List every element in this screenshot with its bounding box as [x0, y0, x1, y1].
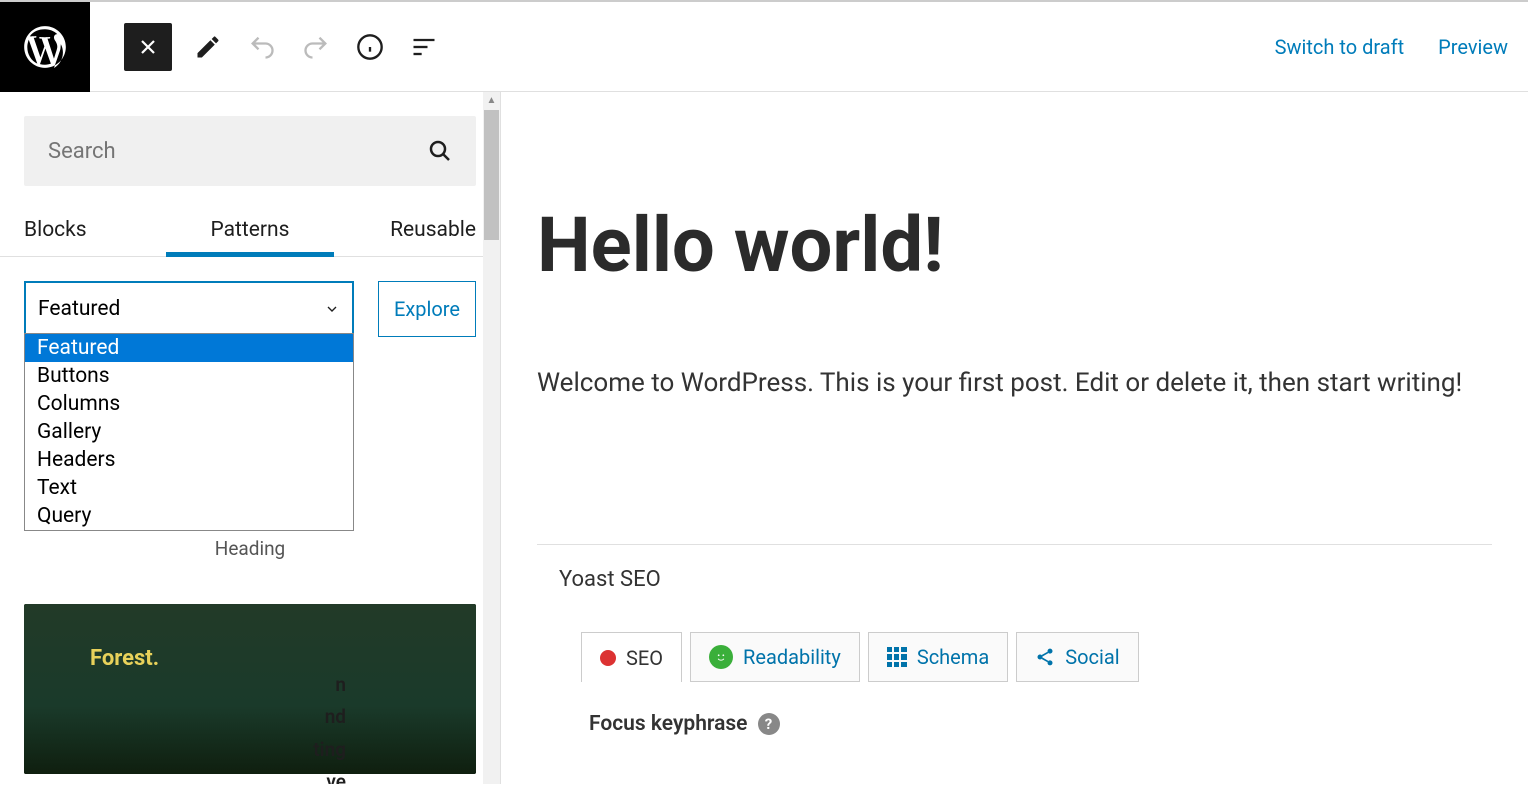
- pencil-icon: [194, 33, 222, 61]
- preview-button[interactable]: Preview: [1438, 35, 1508, 59]
- toolbar: [90, 23, 1275, 71]
- chevron-down-icon: [324, 301, 340, 317]
- list-icon: [410, 33, 438, 61]
- editor-content: Hello world! Welcome to WordPress. This …: [501, 92, 1528, 784]
- redo-button[interactable]: [298, 29, 334, 65]
- sidebar-scrollbar[interactable]: ▲: [483, 92, 500, 784]
- schema-grid-icon: [887, 647, 907, 667]
- wordpress-icon: [20, 22, 70, 72]
- pattern-preview-partial-text: n nd ting ve: [313, 669, 346, 784]
- close-inserter-button[interactable]: [124, 23, 172, 71]
- explore-patterns-button[interactable]: Explore: [378, 281, 476, 337]
- yoast-seo-panel: Yoast SEO SEO Readability Schema: [537, 544, 1492, 736]
- pattern-category-select[interactable]: Featured: [24, 281, 354, 337]
- scroll-up-arrow[interactable]: ▲: [483, 92, 500, 109]
- yoast-title: Yoast SEO: [537, 567, 1492, 592]
- wordpress-logo[interactable]: [0, 2, 90, 92]
- search-input[interactable]: [48, 139, 428, 164]
- yoast-tab-schema[interactable]: Schema: [868, 632, 1008, 682]
- search-icon: [428, 139, 452, 163]
- dropdown-option-featured[interactable]: Featured: [25, 334, 353, 362]
- seo-score-indicator-icon: [600, 650, 616, 666]
- scrollbar-thumb[interactable]: [484, 110, 499, 240]
- tab-reusable[interactable]: Reusable: [325, 204, 476, 256]
- undo-button[interactable]: [244, 29, 280, 65]
- help-icon[interactable]: ?: [758, 713, 780, 735]
- info-button[interactable]: [352, 29, 388, 65]
- undo-icon: [248, 33, 276, 61]
- dropdown-option-text[interactable]: Text: [25, 474, 353, 502]
- main-area: Blocks Patterns Reusable Featured Featur…: [0, 92, 1528, 784]
- inserter-tabs: Blocks Patterns Reusable: [24, 204, 476, 256]
- top-right-actions: Switch to draft Preview: [1275, 35, 1528, 59]
- edit-button[interactable]: [190, 29, 226, 65]
- pattern-heading-label: Heading: [24, 537, 476, 560]
- pattern-filter-row: Featured Featured Buttons Columns Galler…: [24, 281, 476, 337]
- yoast-tabs: SEO Readability Schema Social: [581, 632, 1492, 682]
- close-icon: [136, 35, 160, 59]
- focus-keyphrase-label: Focus keyphrase: [589, 712, 748, 736]
- dropdown-option-buttons[interactable]: Buttons: [25, 362, 353, 390]
- top-bar: Switch to draft Preview: [0, 2, 1528, 92]
- yoast-tab-social[interactable]: Social: [1016, 632, 1138, 682]
- dropdown-option-query[interactable]: Query: [25, 502, 353, 530]
- tab-patterns[interactable]: Patterns: [175, 204, 326, 256]
- pattern-forest-preview[interactable]: Forest.: [24, 604, 476, 774]
- dropdown-option-columns[interactable]: Columns: [25, 390, 353, 418]
- yoast-tab-seo[interactable]: SEO: [581, 632, 682, 682]
- post-title[interactable]: Hello world!: [537, 200, 1492, 290]
- forest-label: Forest.: [90, 646, 159, 671]
- outline-button[interactable]: [406, 29, 442, 65]
- post-body[interactable]: Welcome to WordPress. This is your first…: [537, 368, 1492, 398]
- switch-to-draft-button[interactable]: Switch to draft: [1275, 35, 1405, 59]
- inserter-sidebar: Blocks Patterns Reusable Featured Featur…: [0, 92, 501, 784]
- info-icon: [356, 33, 384, 61]
- redo-icon: [302, 33, 330, 61]
- yoast-tab-readability[interactable]: Readability: [690, 632, 860, 682]
- readability-smiley-icon: [709, 645, 733, 669]
- search-box[interactable]: [24, 116, 476, 186]
- share-icon: [1035, 647, 1055, 667]
- tab-blocks[interactable]: Blocks: [24, 204, 175, 256]
- dropdown-option-headers[interactable]: Headers: [25, 446, 353, 474]
- dropdown-option-gallery[interactable]: Gallery: [25, 418, 353, 446]
- focus-keyphrase-field: Focus keyphrase ?: [589, 712, 1492, 736]
- pattern-category-dropdown: Featured Buttons Columns Gallery Headers…: [24, 333, 354, 531]
